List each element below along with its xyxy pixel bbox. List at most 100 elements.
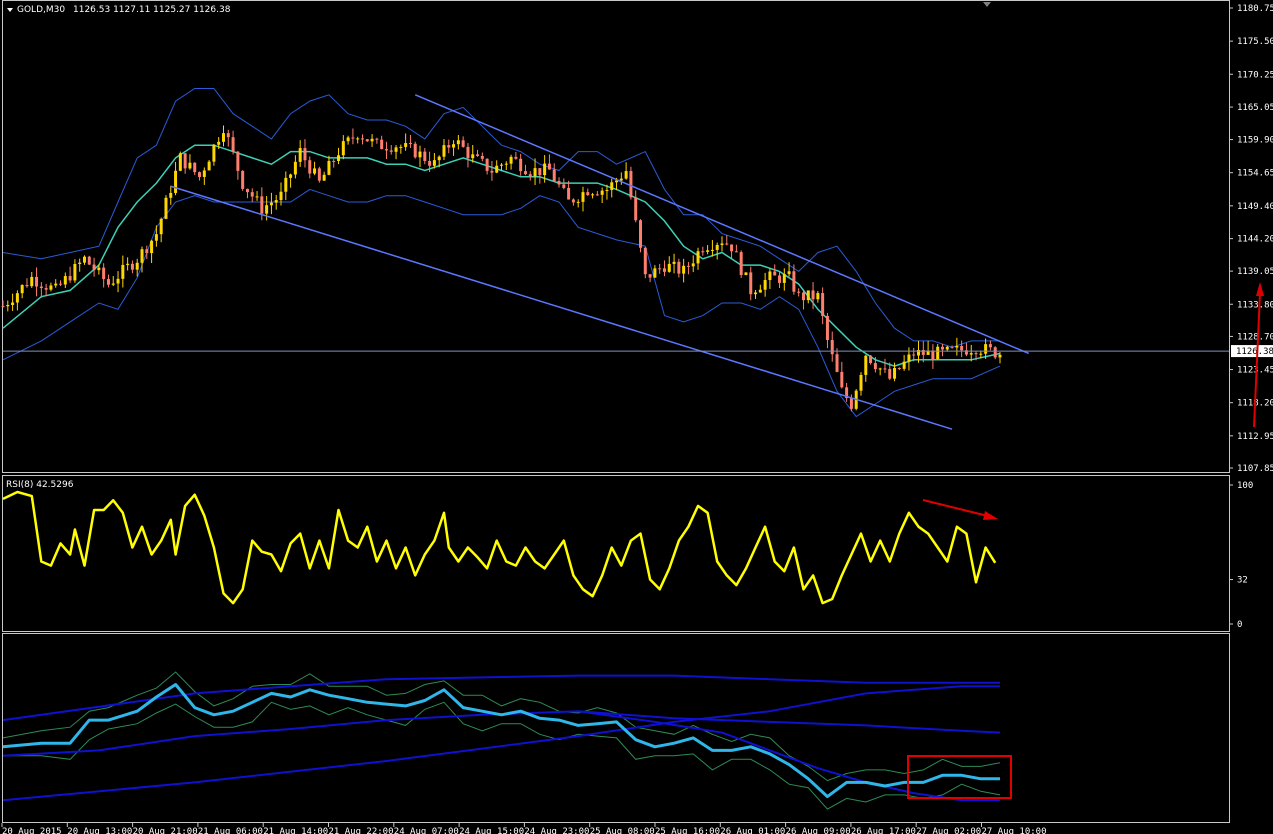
candle-body[interactable] <box>509 156 513 164</box>
candle-body[interactable] <box>59 283 63 285</box>
candle-body[interactable] <box>6 304 10 307</box>
candle-body[interactable] <box>754 292 758 295</box>
candle-body[interactable] <box>456 140 460 145</box>
candle-body[interactable] <box>543 163 547 176</box>
candle-body[interactable] <box>111 283 115 285</box>
candle-body[interactable] <box>806 290 810 301</box>
candle-body[interactable] <box>418 151 422 158</box>
candle-body[interactable] <box>773 271 777 276</box>
candle-body[interactable] <box>44 288 48 290</box>
candle-body[interactable] <box>624 171 628 179</box>
candle-body[interactable] <box>476 154 480 156</box>
candle-body[interactable] <box>250 192 254 197</box>
candle-body[interactable] <box>68 276 72 281</box>
candle-body[interactable] <box>734 251 738 253</box>
candle-body[interactable] <box>849 398 853 409</box>
candle-body[interactable] <box>188 162 192 169</box>
candle-body[interactable] <box>778 275 782 283</box>
candle-body[interactable] <box>226 133 230 138</box>
candle-body[interactable] <box>519 158 523 172</box>
candle-body[interactable] <box>293 161 297 175</box>
candle-body[interactable] <box>897 367 901 369</box>
candle-body[interactable] <box>313 168 317 174</box>
candle-body[interactable] <box>485 158 489 171</box>
candle-body[interactable] <box>236 151 240 171</box>
candle-body[interactable] <box>830 340 834 355</box>
candle-body[interactable] <box>130 263 134 270</box>
candle-body[interactable] <box>15 293 19 303</box>
candle-body[interactable] <box>907 354 911 362</box>
candle-body[interactable] <box>106 279 110 285</box>
candle-body[interactable] <box>744 272 748 275</box>
candle-body[interactable] <box>97 267 101 271</box>
candle-body[interactable] <box>840 371 844 388</box>
candle-body[interactable] <box>341 141 345 156</box>
candle-body[interactable] <box>121 264 125 279</box>
candle-body[interactable] <box>255 196 259 198</box>
candle-body[interactable] <box>193 162 197 173</box>
candle-body[interactable] <box>801 292 805 301</box>
candle-body[interactable] <box>126 263 130 265</box>
candle-body[interactable] <box>35 276 39 287</box>
candle-body[interactable] <box>869 355 873 364</box>
candle-body[interactable] <box>370 138 374 142</box>
candle-body[interactable] <box>308 160 312 174</box>
candle-body[interactable] <box>547 163 551 170</box>
candle-body[interactable] <box>749 272 753 295</box>
candle-body[interactable] <box>461 140 465 147</box>
candle-body[interactable] <box>365 139 369 142</box>
candle-body[interactable] <box>183 153 187 169</box>
candle-body[interactable] <box>557 181 561 185</box>
candle-body[interactable] <box>428 160 432 166</box>
candle-body[interactable] <box>629 171 633 198</box>
candle-body[interactable] <box>408 143 412 145</box>
candle-body[interactable] <box>490 170 494 173</box>
candle-body[interactable] <box>706 250 710 252</box>
candle-body[interactable] <box>260 196 264 214</box>
candle-body[interactable] <box>202 170 206 177</box>
candle-body[interactable] <box>169 192 173 198</box>
candle-body[interactable] <box>20 285 24 294</box>
trading-chart[interactable]: GOLD,M30 1126.53 1127.11 1125.27 1126.38… <box>0 0 1273 834</box>
candle-body[interactable] <box>198 172 202 177</box>
candle-body[interactable] <box>528 174 532 177</box>
candle-body[interactable] <box>404 143 408 147</box>
candle-body[interactable] <box>605 189 609 191</box>
candle-body[interactable] <box>902 361 906 369</box>
candle-body[interactable] <box>217 141 221 145</box>
candle-body[interactable] <box>92 264 96 271</box>
candle-body[interactable] <box>399 146 403 148</box>
candle-body[interactable] <box>715 244 719 250</box>
candle-body[interactable] <box>677 261 681 274</box>
candle-body[interactable] <box>514 156 518 159</box>
candle-body[interactable] <box>289 174 293 178</box>
candle-body[interactable] <box>30 276 34 287</box>
candle-body[interactable] <box>610 182 614 190</box>
candle-body[interactable] <box>888 368 892 379</box>
candle-body[interactable] <box>466 146 470 159</box>
candle-body[interactable] <box>835 354 839 372</box>
candle-body[interactable] <box>337 155 341 161</box>
candle-body[interactable] <box>936 346 940 360</box>
candle-body[interactable] <box>538 168 542 176</box>
candle-body[interactable] <box>984 344 988 354</box>
candle-body[interactable] <box>116 278 120 284</box>
candle-body[interactable] <box>979 353 983 355</box>
candle-body[interactable] <box>787 271 791 275</box>
candle-body[interactable] <box>567 187 571 200</box>
candle-body[interactable] <box>523 171 527 175</box>
candle-body[interactable] <box>274 200 278 203</box>
candle-body[interactable] <box>710 249 714 251</box>
candle-body[interactable] <box>49 285 53 290</box>
candle-body[interactable] <box>265 205 269 214</box>
candle-body[interactable] <box>322 174 326 181</box>
candle-body[interactable] <box>950 346 954 348</box>
candle-body[interactable] <box>356 138 360 140</box>
candle-body[interactable] <box>241 170 245 189</box>
candle-body[interactable] <box>1 306 5 308</box>
candle-body[interactable] <box>768 271 772 281</box>
candle-body[interactable] <box>682 265 686 274</box>
candle-body[interactable] <box>284 177 288 192</box>
candle-body[interactable] <box>150 240 154 254</box>
candle-body[interactable] <box>140 249 144 263</box>
